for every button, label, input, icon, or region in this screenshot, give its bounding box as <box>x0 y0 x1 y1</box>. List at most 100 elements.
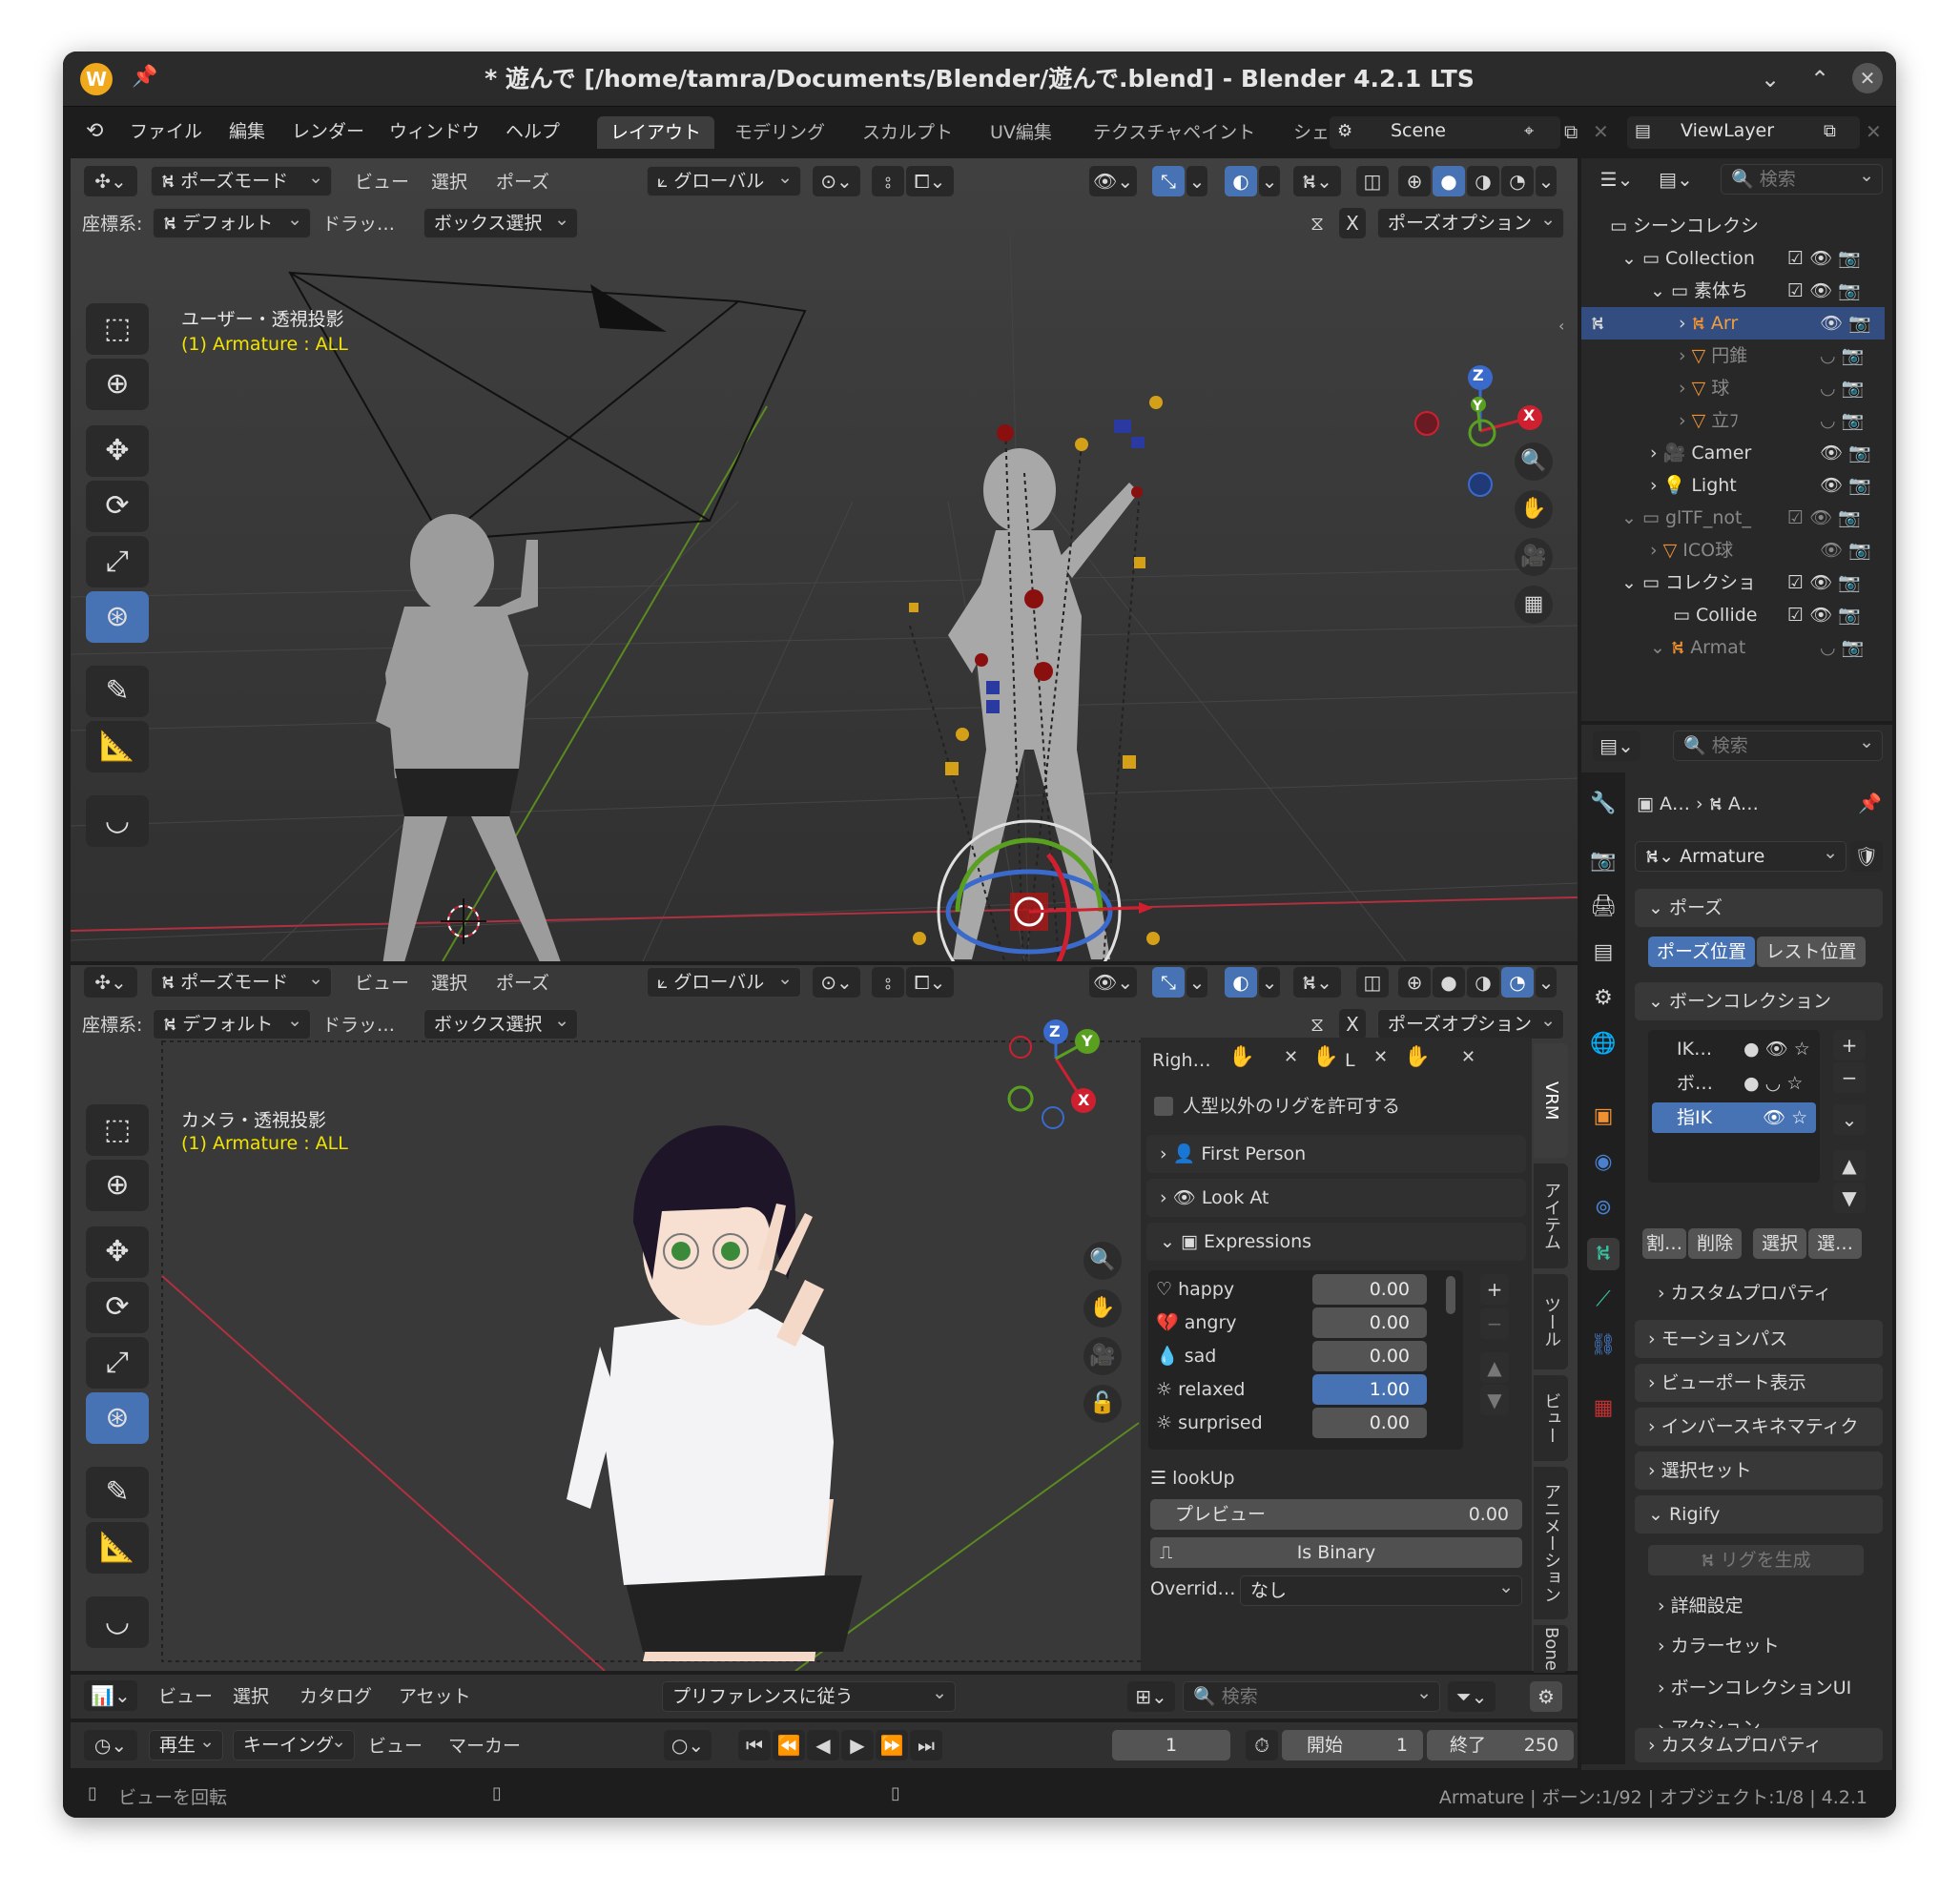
lock-camera-icon[interactable]: 🔓 <box>1083 1385 1122 1423</box>
properties-editor-icon[interactable]: ▤⌄ <box>1593 731 1640 761</box>
shading-solid-icon[interactable]: ● <box>1433 166 1465 196</box>
is-binary-toggle[interactable]: ⎍ Is Binary <box>1150 1537 1522 1568</box>
bc-menu-icon[interactable]: ⌄ <box>1833 1104 1866 1135</box>
view-layer-selector[interactable]: ▤ ViewLayer ⧉ <box>1627 116 1860 149</box>
mode-dropdown-2[interactable]: ⛕ ポーズモード <box>151 967 332 998</box>
object-tab-icon[interactable]: ▣ <box>1587 1101 1620 1133</box>
texture-tab-icon[interactable]: ▦ <box>1587 1392 1620 1425</box>
fake-user-shield-icon[interactable]: 🛡 <box>1850 841 1883 872</box>
custom-props-section[interactable]: › カスタムプロパティ <box>1635 1728 1883 1762</box>
outliner-display-icon[interactable]: ▤⌄ <box>1652 164 1700 195</box>
bc-assign-button[interactable]: 割… <box>1642 1228 1686 1259</box>
tool-scale[interactable]: ⤢ <box>86 536 149 587</box>
xray-icon-2[interactable]: ◫ <box>1356 967 1389 998</box>
timeline-menu-marker[interactable]: マーカー <box>448 1728 521 1764</box>
visibility-toggles-icon[interactable]: ◡ 📷 <box>1820 372 1864 404</box>
jump-end-icon[interactable]: ⏭ <box>910 1730 942 1760</box>
armature-data-tab-icon[interactable]: ⛕ <box>1587 1238 1620 1270</box>
tab-layout[interactable]: レイアウト <box>597 116 715 149</box>
visibility-toggles-icon[interactable]: ◡ 📷 <box>1820 631 1864 664</box>
bone-overlay-icon[interactable]: ⛕⌄ <box>1293 166 1341 196</box>
expr-surprised-value[interactable]: 0.00 <box>1312 1408 1427 1438</box>
collapse-arrow-icon[interactable]: ‹ <box>1558 317 1564 335</box>
menu-select[interactable]: 選択 <box>431 164 467 200</box>
tab-tool[interactable]: ツール <box>1534 1274 1568 1369</box>
rigify-bone-collection-ui[interactable]: › ボーンコレクションUI <box>1658 1673 1851 1703</box>
pose-options-dropdown[interactable]: ポーズオプション <box>1377 208 1564 238</box>
hand-extra-icon[interactable]: ✋ <box>1404 1045 1430 1069</box>
shading-solid-icon-2[interactable]: ● <box>1433 967 1465 998</box>
tool-move-2[interactable]: ✥ <box>86 1226 149 1278</box>
tab-item[interactable]: アイテム <box>1534 1163 1568 1268</box>
hand-right-clear-icon[interactable]: ✕ <box>1284 1047 1298 1067</box>
pin-scene-icon[interactable]: ⌖ <box>1524 121 1534 141</box>
maximize-icon[interactable]: ⌃ <box>1810 66 1829 93</box>
bc-down-icon[interactable]: ▼ <box>1833 1183 1866 1213</box>
pan-hand-icon-2[interactable]: ✋ <box>1083 1289 1122 1328</box>
visibility-icon-2[interactable]: 👁⌄ <box>1089 967 1137 998</box>
expressions-section[interactable]: ⌄ ▣ Expressions <box>1146 1223 1526 1261</box>
settings-gear-icon[interactable]: ⚙ <box>1530 1681 1562 1712</box>
rest-position-button[interactable]: レスト位置 <box>1757 937 1866 967</box>
bc-visibility-icon[interactable]: ● 👁 ☆ <box>1743 1034 1810 1064</box>
outliner-row[interactable]: › ▽ 球 ◡ 📷 <box>1581 372 1867 404</box>
shading-material-icon-2[interactable]: ◑ <box>1467 967 1499 998</box>
properties-search-input[interactable]: 🔍 検索 <box>1673 731 1883 761</box>
rigify-color-sets[interactable]: › カラーセット <box>1658 1631 1780 1661</box>
gizmo-toggle-icon[interactable]: ⤡ <box>1152 166 1185 196</box>
outliner-row[interactable]: ▭ Collide ☑ 👁 📷 <box>1581 599 1867 631</box>
coord-dropdown-2[interactable]: ⛕ デフォルト <box>153 1009 311 1040</box>
asset-editor-icon[interactable]: 📊⌄ <box>84 1680 137 1711</box>
tool-relax[interactable]: ◡ <box>86 795 149 847</box>
prev-key-icon[interactable]: ⏪ <box>773 1730 805 1760</box>
bc-up-icon[interactable]: ▲ <box>1833 1150 1866 1181</box>
tool-rotate[interactable]: ⟳ <box>86 481 149 532</box>
hand-extra-clear-icon[interactable]: ✕ <box>1461 1047 1475 1067</box>
menu-help[interactable]: ヘルプ <box>505 107 560 156</box>
zoom-icon-2[interactable]: 🔍 <box>1083 1242 1122 1280</box>
current-frame-field[interactable]: 1 <box>1112 1730 1230 1760</box>
editor-type-icon[interactable]: ✣⌄ <box>84 166 137 196</box>
scene-add-icon[interactable]: ⧉ <box>1564 120 1578 143</box>
overlay-toggle-icon-2[interactable]: ◐ <box>1225 967 1257 998</box>
armature-data-selector[interactable]: ⛕⌄ Armature <box>1635 841 1847 872</box>
scene-tab-icon[interactable]: ⚙ <box>1587 982 1620 1015</box>
outliner-row[interactable]: ⌄ ▭ コレクショ ☑ 👁 📷 <box>1581 566 1867 599</box>
outliner-row[interactable]: ⌄ ▭ Collection ☑ 👁 📷 <box>1581 242 1867 275</box>
transform-orientation[interactable]: ⟀ グローバル <box>647 166 801 196</box>
autokey-icon[interactable]: ○⌄ <box>664 1730 712 1760</box>
expr-add-icon[interactable]: + <box>1480 1274 1509 1305</box>
menu-pose-2[interactable]: ポーズ <box>496 965 549 1001</box>
import-method-dropdown[interactable]: プリファレンスに従う <box>662 1681 956 1712</box>
outliner-row[interactable]: ⌄ ▭ glTF_not_ ☑ 👁 📷 <box>1581 502 1867 534</box>
bc-remove-button[interactable]: 削除 <box>1688 1228 1742 1259</box>
snap-icon[interactable]: ⦂ <box>872 166 904 196</box>
tool-transform[interactable]: ⊛ <box>86 591 149 643</box>
end-frame-field[interactable]: 終了 250 <box>1427 1730 1574 1760</box>
ik-section[interactable]: › インバースキネマティク <box>1635 1408 1883 1446</box>
visibility-toggles-icon[interactable]: 👁 📷 <box>1820 469 1871 502</box>
bc-item-bone[interactable]: ボ… ● ◡ ☆ <box>1677 1068 1818 1099</box>
rigify-advanced[interactable]: › 詳細設定 <box>1658 1591 1743 1621</box>
jump-start-icon[interactable]: ⏮ <box>738 1730 771 1760</box>
hand-right-icon[interactable]: ✋ <box>1228 1045 1254 1069</box>
tool-tab-icon[interactable]: 🔧 <box>1587 788 1620 820</box>
bc-visibility-icon[interactable]: 👁 ☆ <box>1763 1102 1807 1133</box>
keying-dropdown[interactable]: キーイング <box>233 1730 355 1760</box>
coord-dropdown[interactable]: ⛕ デフォルト <box>153 208 311 238</box>
timeline-editor-icon[interactable]: ◷⌄ <box>84 1730 137 1760</box>
visibility-icon[interactable]: 👁⌄ <box>1089 166 1137 196</box>
render-tab-icon[interactable]: 📷 <box>1587 845 1620 877</box>
next-key-icon[interactable]: ⏩ <box>876 1730 908 1760</box>
menu-view-2[interactable]: ビュー <box>355 965 409 1001</box>
tool-cursor-2[interactable]: ⊕ <box>86 1160 149 1211</box>
tool-scale-2[interactable]: ⤢ <box>86 1337 149 1389</box>
viewport-display-section[interactable]: › ビューポート表示 <box>1635 1364 1883 1402</box>
play-reverse-icon[interactable]: ◀ <box>807 1730 839 1760</box>
drag-dropdown[interactable]: ボックス選択 <box>423 208 578 238</box>
outliner-row[interactable]: › ▽ ICO球 👁 📷 <box>1581 534 1871 566</box>
menu-render[interactable]: レンダー <box>292 107 364 156</box>
timeline-menu-view[interactable]: ビュー <box>368 1728 423 1764</box>
tool-select-box[interactable]: ⬚ <box>86 303 149 355</box>
outliner-row[interactable]: ⌄ ⛕ Armat ◡ 📷 <box>1581 631 1867 664</box>
